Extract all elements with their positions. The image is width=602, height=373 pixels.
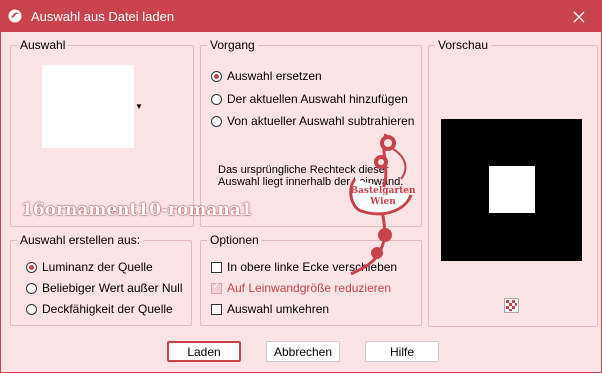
- radio-subtract-label: Von aktueller Auswahl subtrahieren: [227, 114, 415, 128]
- check-invert-box[interactable]: [211, 303, 222, 315]
- radio-nonzero[interactable]: Beliebiger Wert außer Null: [26, 281, 183, 295]
- radio-subtract[interactable]: Von aktueller Auswahl subtrahieren: [211, 114, 414, 128]
- abbrechen-button[interactable]: Abbrechen: [266, 341, 340, 362]
- stamp-line1: Bastelgarten: [350, 186, 416, 196]
- radio-replace-indicator[interactable]: [211, 70, 222, 82]
- radio-replace-label: Auswahl ersetzen: [227, 69, 322, 83]
- preview-selection: [489, 166, 535, 213]
- radio-opacity-indicator[interactable]: [26, 303, 37, 315]
- radio-opacity-label: Deckfähigkeit der Quelle: [42, 302, 173, 316]
- radio-luminance-label: Luminanz der Quelle: [42, 260, 153, 274]
- radio-luminance-indicator[interactable]: [26, 261, 37, 273]
- erstellen-group-label: Auswahl erstellen aus:: [17, 233, 144, 247]
- check-move-topleft-box[interactable]: [211, 261, 222, 273]
- close-icon: [573, 11, 585, 22]
- radio-nonzero-indicator[interactable]: [26, 282, 37, 294]
- dialog-window: Auswahl aus Datei laden Auswahl ▼ Vorgan…: [0, 0, 602, 373]
- check-invert-label: Auswahl umkehren: [227, 302, 330, 316]
- radio-add[interactable]: Der aktuellen Auswahl hinzufügen: [211, 92, 408, 106]
- radio-add-indicator[interactable]: [211, 93, 222, 105]
- laden-button[interactable]: Laden: [167, 341, 241, 362]
- radio-nonzero-label: Beliebiger Wert außer Null: [42, 281, 183, 295]
- radio-add-label: Der aktuellen Auswahl hinzufügen: [227, 92, 408, 106]
- flower-stamp: Bastelgarten Wien: [349, 133, 416, 276]
- check-invert[interactable]: Auswahl umkehren: [211, 302, 329, 316]
- radio-luminance[interactable]: Luminanz der Quelle: [26, 260, 153, 274]
- selection-swatch[interactable]: [42, 65, 134, 148]
- vorschau-group-label: Vorschau: [435, 38, 492, 52]
- checkerboard-icon[interactable]: [504, 298, 519, 313]
- hilfe-button[interactable]: Hilfe: [365, 341, 439, 362]
- optionen-group-label: Optionen: [207, 233, 262, 247]
- check-crop-canvas: Auf Leinwandgröße reduzieren: [211, 281, 391, 295]
- dropdown-arrow-icon[interactable]: ▼: [135, 102, 143, 111]
- close-button[interactable]: [557, 1, 601, 32]
- check-crop-canvas-label: Auf Leinwandgröße reduzieren: [227, 281, 392, 295]
- app-icon: [8, 9, 22, 23]
- auswahl-group-label: Auswahl: [17, 38, 69, 52]
- title-bar[interactable]: Auswahl aus Datei laden: [1, 1, 601, 32]
- window-title: Auswahl aus Datei laden: [31, 9, 175, 24]
- radio-subtract-indicator[interactable]: [211, 115, 222, 127]
- radio-opacity[interactable]: Deckfähigkeit der Quelle: [26, 302, 173, 316]
- check-crop-canvas-box: [211, 281, 222, 294]
- vorgang-group-label: Vorgang: [207, 38, 258, 52]
- radio-replace[interactable]: Auswahl ersetzen: [211, 69, 322, 83]
- stamp-line2: Wien: [369, 197, 396, 207]
- watermark-text: 16ornament10-romana1: [21, 200, 253, 220]
